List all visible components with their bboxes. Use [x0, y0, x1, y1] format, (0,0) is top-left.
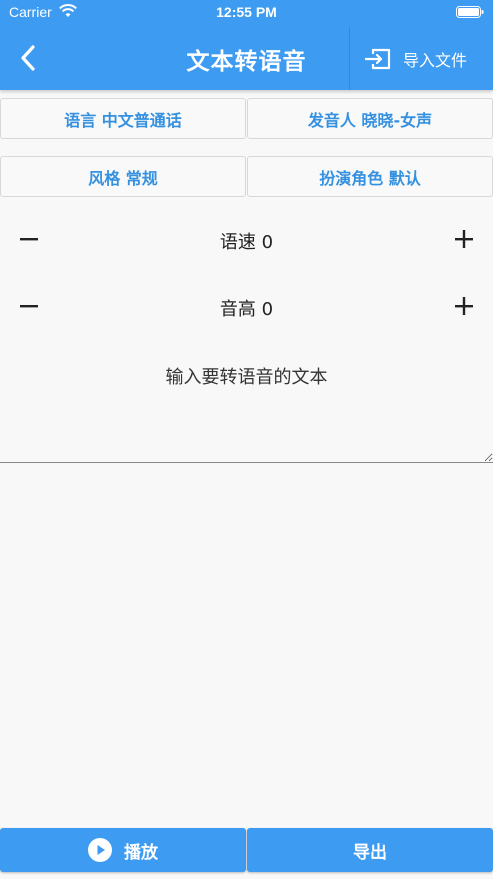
header-divider	[349, 27, 350, 90]
speaker-label: 发音人 晓晓-女声	[307, 110, 433, 130]
import-icon	[365, 48, 391, 69]
app-header: Carrier 12:55 PM 文本转语音 导入文件	[0, 0, 493, 90]
plus-icon	[455, 230, 473, 248]
play-button[interactable]: 播放	[0, 828, 246, 872]
import-file-button[interactable]: 导入文件	[351, 27, 493, 90]
pitch-label: 音高 0	[219, 299, 274, 320]
play-icon	[88, 838, 112, 862]
speaker-button[interactable]: 发音人 晓晓-女声	[247, 98, 493, 139]
style-button[interactable]: 风格 常规	[0, 156, 246, 197]
import-file-label: 导入文件	[403, 50, 468, 70]
speed-label: 语速 0	[219, 232, 274, 253]
plus-icon	[455, 297, 473, 315]
play-label: 播放	[124, 842, 158, 863]
speed-increase-button[interactable]	[444, 219, 484, 259]
export-label: 导出	[353, 842, 387, 863]
speed-row: 语速 0	[0, 219, 493, 259]
battery-icon	[456, 6, 484, 18]
role-button[interactable]: 扮演角色 默认	[247, 156, 493, 197]
status-bar: Carrier 12:55 PM	[0, 0, 493, 26]
status-time: 12:55 PM	[216, 4, 277, 20]
language-button[interactable]: 语言 中文普通话	[0, 98, 246, 139]
language-label: 语言 中文普通话	[64, 110, 182, 130]
pitch-increase-button[interactable]	[444, 286, 484, 326]
role-label: 扮演角色 默认	[319, 168, 421, 188]
text-input[interactable]	[0, 343, 493, 463]
export-button[interactable]: 导出	[247, 828, 493, 872]
pitch-row: 音高 0	[0, 286, 493, 326]
style-label: 风格 常规	[88, 168, 158, 188]
